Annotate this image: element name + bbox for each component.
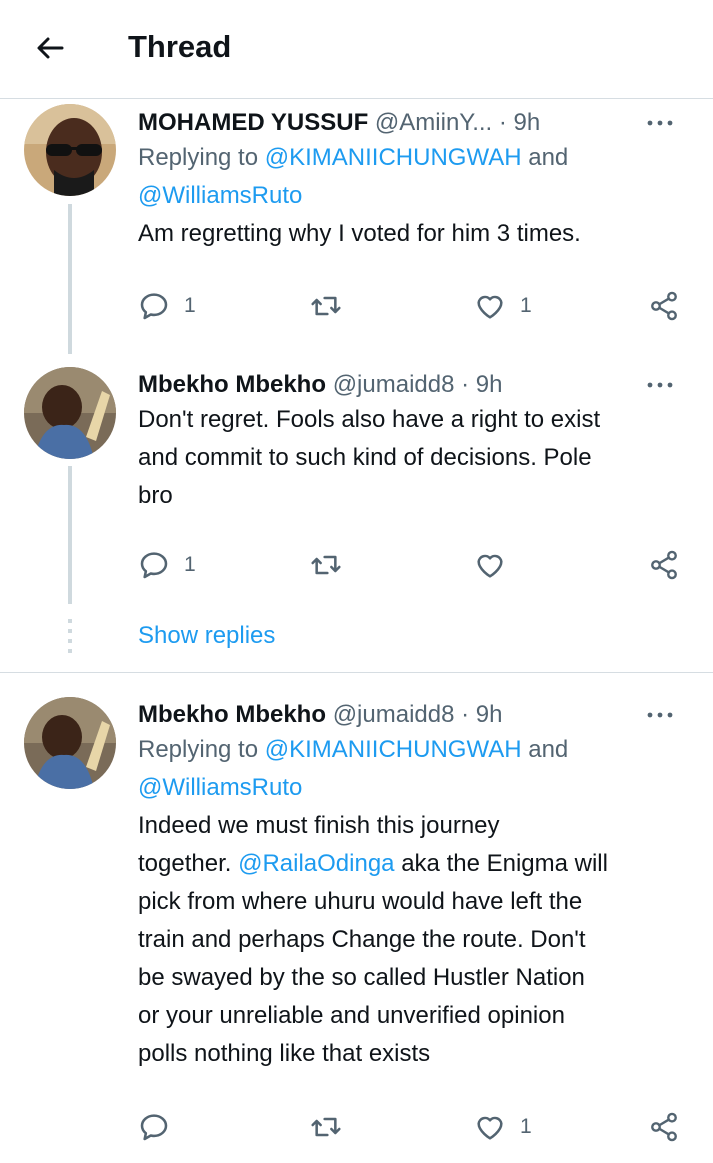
reply-icon <box>138 549 170 581</box>
like-button[interactable] <box>474 545 520 585</box>
author-name[interactable]: Mbekho Mbekho <box>138 371 326 398</box>
retweet-icon <box>310 1111 342 1143</box>
tweet-actions: 1 1 <box>138 286 683 326</box>
show-replies-link[interactable]: Show replies <box>138 622 275 650</box>
reply-icon <box>138 1111 170 1143</box>
heart-icon <box>474 549 506 581</box>
thread-header: Thread <box>0 0 713 98</box>
share-icon <box>648 1111 680 1143</box>
share-button[interactable] <box>648 286 680 326</box>
like-button[interactable]: 1 <box>474 1107 532 1147</box>
more-options-icon[interactable] <box>642 113 678 133</box>
text-line: and commit to such kind of decisions. Po… <box>138 444 592 471</box>
tweet-text: Indeed we must finish this journey toget… <box>138 807 688 1073</box>
reply-button[interactable] <box>138 1107 184 1147</box>
text-segment: together. <box>138 850 239 877</box>
mention-link[interactable]: @RailaOdinga <box>238 850 394 877</box>
tweet-actions: 1 <box>138 1107 683 1147</box>
reply-count: 1 <box>184 294 196 317</box>
avatar[interactable] <box>24 104 116 196</box>
retweet-icon <box>310 549 342 581</box>
replying-to-and: and <box>521 736 569 763</box>
replying-to-prefix: Replying to <box>138 144 265 171</box>
more-options-icon[interactable] <box>642 375 678 395</box>
share-icon <box>648 549 680 581</box>
thread-connector <box>68 204 72 354</box>
divider <box>0 672 713 673</box>
reply-icon <box>138 290 170 322</box>
author-handle[interactable]: @jumaidd8 <box>333 371 455 398</box>
avatar[interactable] <box>24 697 116 789</box>
mention-link[interactable]: @WilliamsRuto <box>138 774 302 801</box>
avatar[interactable] <box>24 367 116 459</box>
mention-link[interactable]: @KIMANIICHUNGWAH <box>265 144 522 171</box>
heart-icon <box>474 290 506 322</box>
retweet-button[interactable] <box>310 1107 356 1147</box>
author-handle[interactable]: @jumaidd8 <box>333 701 455 728</box>
retweet-button[interactable] <box>310 545 356 585</box>
replying-to: Replying to @KIMANIICHUNGWAH and @William… <box>138 139 688 215</box>
tweet-text: Am regretting why I voted for him 3 time… <box>138 220 581 247</box>
thread-connector <box>68 466 72 604</box>
like-button[interactable]: 1 <box>474 286 532 326</box>
like-count: 1 <box>520 294 532 317</box>
author-handle[interactable]: @AmiinY... <box>375 109 492 136</box>
author-name[interactable]: MOHAMED YUSSUF <box>138 109 368 136</box>
timestamp[interactable]: · 9h <box>461 371 502 398</box>
mention-link[interactable]: @KIMANIICHUNGWAH <box>265 736 522 763</box>
text-line: train and perhaps Change the route. Don'… <box>138 926 586 953</box>
tweet-2[interactable]: Mbekho Mbekho @jumaidd8 · 9h Don't regre… <box>138 369 688 515</box>
tweet-actions: 1 <box>138 545 683 585</box>
tweet-3[interactable]: Mbekho Mbekho @jumaidd8 · 9h Replying to… <box>138 699 688 1073</box>
reply-button[interactable]: 1 <box>138 545 196 585</box>
text-segment: aka the Enigma will <box>394 850 608 877</box>
reply-button[interactable]: 1 <box>138 286 196 326</box>
divider <box>0 98 713 99</box>
text-line: be swayed by the so called Hustler Natio… <box>138 964 585 991</box>
more-options-icon[interactable] <box>642 705 678 725</box>
author-name[interactable]: Mbekho Mbekho <box>138 701 326 728</box>
timestamp[interactable]: · 9h <box>499 109 540 136</box>
thread-ellipsis <box>68 619 72 655</box>
replying-to-prefix: Replying to <box>138 736 265 763</box>
text-line: Don't regret. Fools also have a right to… <box>138 406 601 433</box>
heart-icon <box>474 1111 506 1143</box>
reply-count: 1 <box>184 553 196 576</box>
share-button[interactable] <box>648 1107 680 1147</box>
like-count: 1 <box>520 1115 532 1138</box>
text-line: bro <box>138 482 173 509</box>
timestamp[interactable]: · 9h <box>461 701 502 728</box>
text-line: Indeed we must finish this journey <box>138 812 500 839</box>
retweet-button[interactable] <box>310 286 356 326</box>
replying-to: Replying to @KIMANIICHUNGWAH and @William… <box>138 731 688 807</box>
text-line: together. @RailaOdinga aka the Enigma wi… <box>138 845 688 883</box>
text-line: polls nothing like that exists <box>138 1040 431 1067</box>
page-title: Thread <box>128 29 232 64</box>
back-arrow-icon[interactable] <box>32 30 68 66</box>
text-line: pick from where uhuru would have left th… <box>138 888 583 915</box>
tweet-1[interactable]: MOHAMED YUSSUF @AmiinY... · 9h Replying … <box>138 107 688 253</box>
text-line: or your unreliable and unverified opinio… <box>138 1002 565 1029</box>
share-icon <box>648 290 680 322</box>
tweet-text: Don't regret. Fools also have a right to… <box>138 401 688 515</box>
mention-link[interactable]: @WilliamsRuto <box>138 182 302 209</box>
replying-to-and: and <box>521 144 569 171</box>
share-button[interactable] <box>648 545 680 585</box>
retweet-icon <box>310 290 342 322</box>
